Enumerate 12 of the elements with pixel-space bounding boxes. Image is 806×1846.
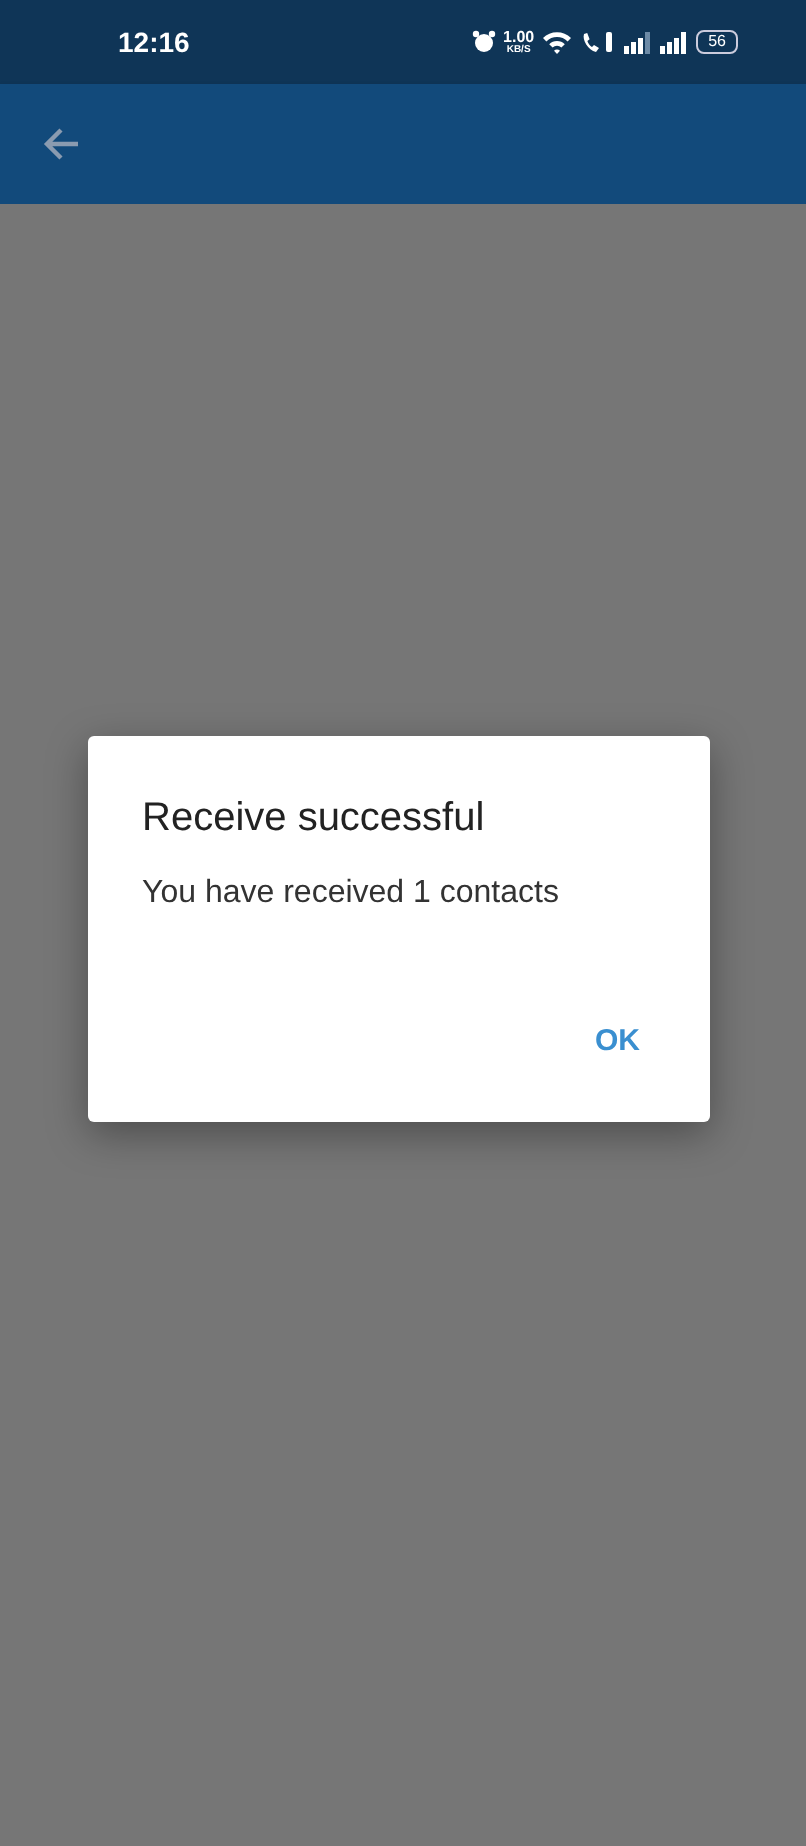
ok-button[interactable]: OK [579,1012,656,1070]
dialog-message: You have received 1 contacts [142,876,561,912]
call-signal-icon [580,30,617,54]
alarm-icon [471,30,496,54]
signal-icon [624,31,653,53]
back-arrow-icon[interactable] [42,126,82,162]
battery-indicator: 56 [696,30,738,54]
network-speed: 1.00 [503,29,535,45]
status-time: 12:16 [118,26,190,58]
signal-icon [660,31,689,53]
dialog-title: Receive successful [142,796,487,842]
wifi-icon [542,30,573,54]
